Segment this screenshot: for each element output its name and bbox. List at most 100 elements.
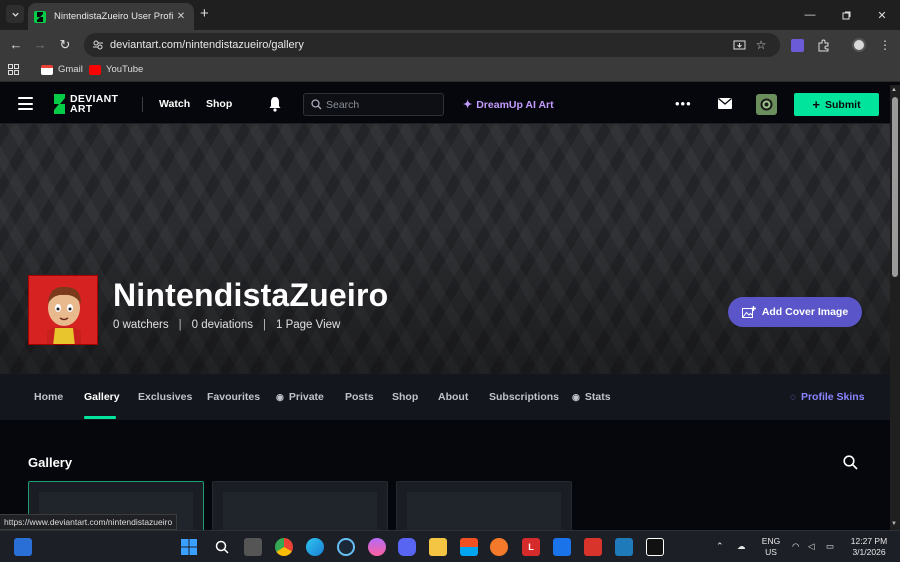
mail-app-icon[interactable] <box>553 538 571 556</box>
language-indicator[interactable]: ENG US <box>760 536 782 558</box>
address-bar[interactable]: deviantart.com/nintendistazueiro/gallery <box>84 33 780 57</box>
extensions-puzzle-icon[interactable] <box>815 37 831 53</box>
tab-shop[interactable]: Shop <box>392 391 418 403</box>
close-window-icon[interactable]: ✕ <box>864 0 900 30</box>
profile-tabs: Home Gallery Exclusives Favourites ◉ Priv… <box>0 374 890 420</box>
scroll-up-icon[interactable]: ▲ <box>891 87 897 93</box>
tray-overflow-icon[interactable]: ⌃ <box>716 541 724 552</box>
minimize-icon[interactable]: — <box>792 0 828 30</box>
tab-stats[interactable]: ◉ Stats <box>572 391 611 403</box>
blue-app-icon[interactable] <box>615 538 633 556</box>
palette-icon: ◌ <box>790 391 796 403</box>
hamburger-menu-icon[interactable] <box>18 97 33 110</box>
steam-icon[interactable] <box>337 538 355 556</box>
tab-label: Home <box>34 391 64 403</box>
nav-shop[interactable]: Shop <box>206 98 232 110</box>
tab-close-icon[interactable]: ✕ <box>174 11 188 22</box>
install-app-icon[interactable] <box>731 37 747 53</box>
forward-arrow-icon[interactable]: → <box>32 37 48 53</box>
notifications-bell-icon[interactable] <box>268 96 282 112</box>
edge-icon[interactable] <box>306 538 324 556</box>
submit-button[interactable]: + Submit <box>794 93 879 116</box>
browser-tab-strip: NintendistaZueiro User Profile | Deviant… <box>0 0 900 30</box>
eye-icon: ◉ <box>572 391 580 402</box>
bookmark-youtube[interactable]: YouTube <box>89 64 143 75</box>
site-search-input[interactable]: Search <box>303 93 444 116</box>
gallery-folder-card[interactable] <box>396 481 572 532</box>
maximize-icon[interactable] <box>828 0 864 30</box>
bookmark-star-icon[interactable]: ☆ <box>753 37 769 53</box>
tab-private[interactable]: ◉ Private <box>276 391 324 403</box>
volume-icon[interactable]: ◁ <box>808 541 815 552</box>
scroll-thumb[interactable] <box>892 97 898 277</box>
new-tab-button[interactable]: + <box>200 6 209 22</box>
link-status-bubble: https://www.deviantart.com/nintendistazu… <box>0 514 178 530</box>
card-thumbnail <box>223 492 377 532</box>
image-add-icon <box>741 306 756 318</box>
paint-app-icon[interactable] <box>368 538 386 556</box>
watchers-count[interactable]: 0 watchers <box>113 319 169 331</box>
l-app-icon[interactable]: L <box>522 538 540 556</box>
mail-icon[interactable] <box>718 98 732 109</box>
capcut-icon[interactable] <box>646 538 664 556</box>
red-app-icon[interactable] <box>584 538 602 556</box>
apps-grid-icon[interactable] <box>8 64 19 75</box>
gallery-search-icon[interactable] <box>843 455 858 470</box>
gallery-folder-card[interactable] <box>212 481 388 532</box>
stats-separator: | <box>178 319 182 331</box>
bookmark-gmail[interactable]: Gmail <box>41 64 83 75</box>
notes-app-icon[interactable] <box>14 538 32 556</box>
tab-exclusives[interactable]: Exclusives <box>138 391 192 403</box>
extension-badge-icon[interactable] <box>789 37 805 53</box>
active-tab-indicator <box>84 416 116 419</box>
nav-watch[interactable]: Watch <box>159 98 190 110</box>
add-cover-image-button[interactable]: Add Cover Image <box>728 297 862 327</box>
eye-icon: ◉ <box>276 391 284 402</box>
more-options-icon[interactable]: ••• <box>675 96 692 111</box>
windows-taskbar: L ⌃ ☁ ENG US ◠ ◁ ▭ 12:27 PM 3/1/2026 <box>0 530 900 562</box>
search-placeholder: Search <box>326 98 360 111</box>
page-scrollbar[interactable]: ▲ ▼ <box>890 85 900 530</box>
tab-gallery[interactable]: Gallery <box>84 391 120 403</box>
submit-label: Submit <box>825 98 861 111</box>
discord-icon[interactable] <box>398 538 416 556</box>
tab-home[interactable]: Home <box>34 391 63 403</box>
profile-skins-label: Profile Skins <box>800 391 865 403</box>
profile-avatar[interactable] <box>28 275 98 345</box>
search-icon <box>311 99 322 110</box>
dreamup-link[interactable]: ✦ DreamUp AI Art <box>463 98 554 112</box>
tab-label: Posts <box>345 391 374 403</box>
tab-about[interactable]: About <box>438 391 468 403</box>
battery-icon[interactable]: ▭ <box>826 541 834 552</box>
microsoft-store-icon[interactable] <box>460 538 478 556</box>
cloud-icon[interactable]: ☁ <box>737 541 746 552</box>
header-divider <box>142 97 143 112</box>
tab-label: About <box>438 391 469 403</box>
task-view-icon[interactable] <box>244 538 262 556</box>
windows-start-icon[interactable] <box>180 538 198 556</box>
deviations-count[interactable]: 0 deviations <box>192 319 253 331</box>
deviantart-logo[interactable]: DEVIANT ART <box>52 94 118 114</box>
clock[interactable]: 12:27 PM 3/1/2026 <box>846 536 892 558</box>
scroll-down-icon[interactable]: ▼ <box>891 521 897 527</box>
back-arrow-icon[interactable]: ← <box>8 37 24 53</box>
profile-skins-button[interactable]: ◌ Profile Skins <box>790 391 865 403</box>
browser-toolbar: ← → ↻ deviantart.com/nintendistazueiro/g… <box>0 30 900 60</box>
taskbar-search-icon[interactable] <box>213 538 231 556</box>
tab-subscriptions[interactable]: Subscriptions <box>489 391 559 403</box>
stats-separator: | <box>262 319 266 331</box>
browser-tab-active[interactable]: NintendistaZueiro User Profile | Deviant… <box>28 3 194 30</box>
site-info-icon[interactable] <box>92 39 104 51</box>
wifi-icon[interactable]: ◠ <box>792 541 799 552</box>
tab-favourites[interactable]: Favourites <box>207 391 260 403</box>
reload-icon[interactable]: ↻ <box>57 37 73 53</box>
profile-avatar-icon[interactable] <box>851 37 867 53</box>
tab-posts[interactable]: Posts <box>345 391 374 403</box>
tab-search-button[interactable] <box>6 5 24 23</box>
kebab-menu-icon[interactable]: ⋮ <box>877 37 893 53</box>
blender-icon[interactable] <box>490 538 508 556</box>
window-controls: — ✕ <box>792 0 900 30</box>
user-avatar-button[interactable] <box>756 94 777 115</box>
file-explorer-icon[interactable] <box>429 538 447 556</box>
chrome-icon[interactable] <box>275 538 293 556</box>
